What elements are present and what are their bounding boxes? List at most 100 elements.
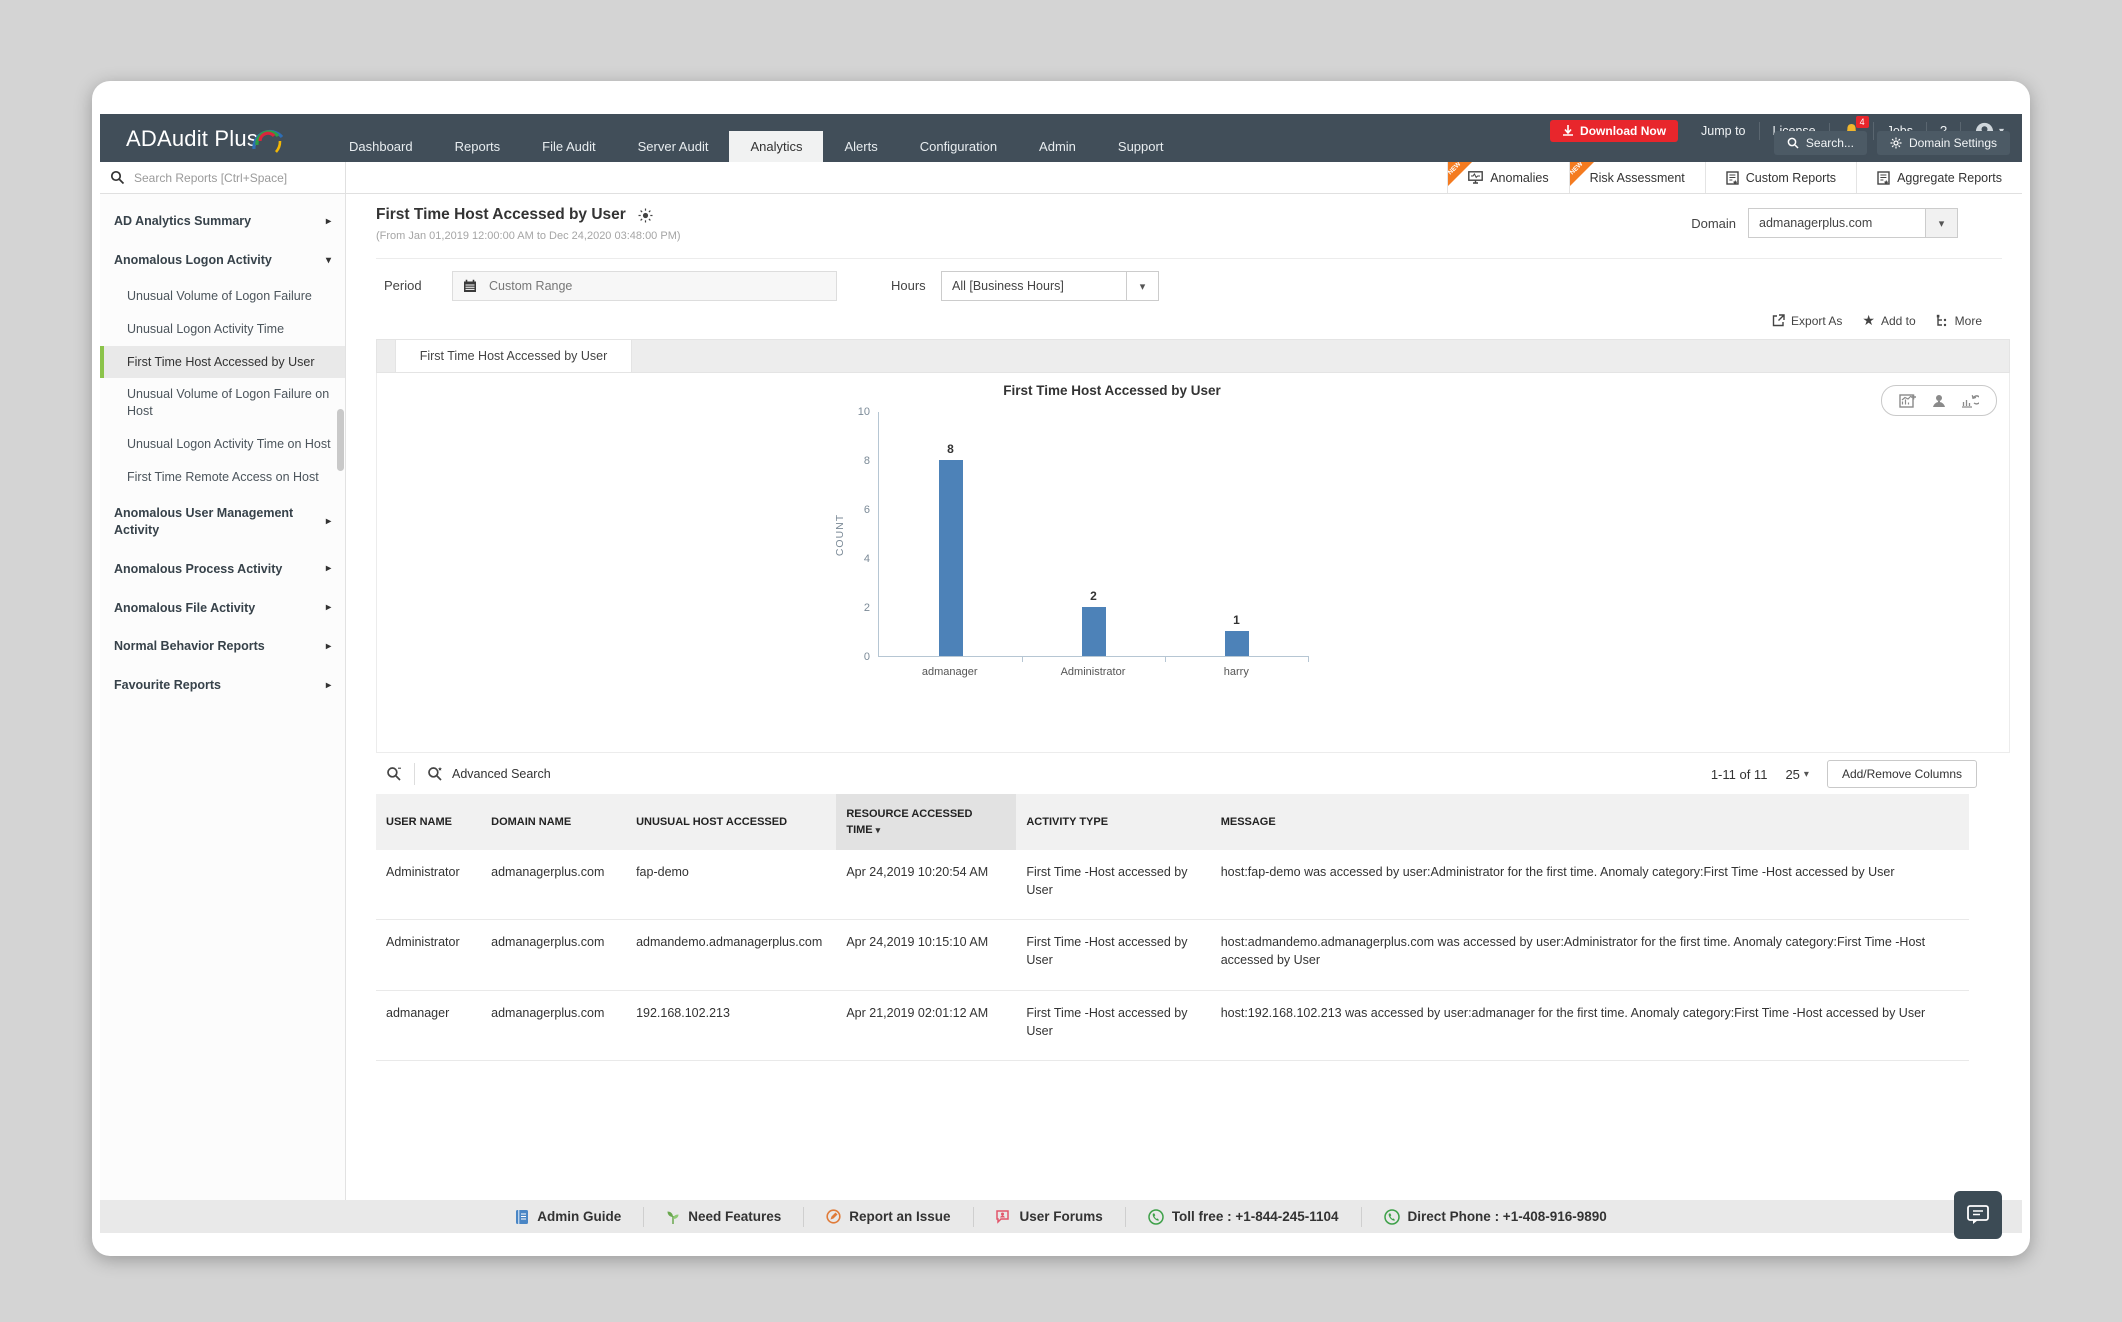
nav-server-audit[interactable]: Server Audit — [617, 131, 730, 162]
nav-admin[interactable]: Admin — [1018, 131, 1097, 162]
app-logo[interactable]: ADAudit Plus — [126, 121, 286, 157]
bar-value-label: 1 — [1233, 613, 1240, 627]
table-header-row: USER NAME DOMAIN NAME UNUSUAL HOST ACCES… — [376, 794, 1969, 850]
report-issue-link[interactable]: Report an Issue — [803, 1207, 972, 1227]
sidebar-item-unusual-volume-logon-failure-host[interactable]: Unusual Volume of Logon Failure on Host — [100, 378, 345, 428]
y-axis-title: COUNT — [832, 412, 848, 657]
sidebar-item-anomalous-logon-activity[interactable]: Anomalous Logon Activity ▾ — [100, 241, 345, 280]
chat-bubble-icon — [1966, 1204, 1990, 1226]
sidebar-scrollbar[interactable] — [337, 409, 344, 471]
sidebar-item-ad-analytics-summary[interactable]: AD Analytics Summary ▸ — [100, 202, 345, 241]
quick-toolbar: NEW Anomalies NEW Risk Assessment Custom… — [100, 162, 2022, 194]
sidebar-item-unusual-volume-logon-failure[interactable]: Unusual Volume of Logon Failure — [100, 280, 345, 313]
sidebar-item-first-time-host-accessed[interactable]: First Time Host Accessed by User — [100, 346, 345, 379]
user-chart-icon[interactable] — [1931, 393, 1947, 409]
toll-free-phone[interactable]: Toll free : +1-844-245-1104 — [1125, 1207, 1361, 1227]
anomalies-button[interactable]: NEW Anomalies — [1447, 162, 1568, 193]
user-forums-link[interactable]: User Forums — [973, 1207, 1125, 1227]
page-size-dropdown[interactable]: 25 ▾ — [1785, 767, 1809, 782]
more-button[interactable]: More — [1936, 314, 1982, 328]
report-doc-icon — [1726, 171, 1739, 185]
col-resource-accessed-time[interactable]: RESOURCE ACCESSED TIME▾ — [836, 794, 1016, 850]
sidebar-item-favourite-reports[interactable]: Favourite Reports ▸ — [100, 666, 345, 705]
sidebar-item-label: Anomalous User Management Activity — [114, 505, 304, 539]
live-chat-button[interactable] — [1954, 1191, 2002, 1239]
sidebar-item-anomalous-user-management[interactable]: Anomalous User Management Activity ▸ — [100, 494, 345, 550]
sort-desc-icon: ▾ — [876, 825, 881, 835]
bar-harry[interactable] — [1225, 631, 1249, 656]
hours-dropdown[interactable]: All [Business Hours] ▾ — [941, 271, 1159, 301]
advanced-search-icon[interactable] — [427, 766, 443, 782]
export-as-button[interactable]: Export As — [1772, 314, 1842, 328]
bar-value-label: 8 — [947, 442, 954, 456]
x-tick-label: Administrator — [1021, 666, 1164, 678]
custom-reports-button[interactable]: Custom Reports — [1705, 162, 1856, 193]
col-message[interactable]: MESSAGE — [1211, 794, 1969, 850]
global-search-button[interactable]: Search... — [1774, 131, 1867, 155]
domain-settings-button[interactable]: Domain Settings — [1877, 131, 2010, 155]
nav-dashboard[interactable]: Dashboard — [328, 131, 434, 162]
x-axis-tick — [1165, 656, 1166, 662]
search-reports-input[interactable] — [134, 171, 335, 185]
col-activity-type[interactable]: ACTIVITY TYPE — [1016, 794, 1210, 850]
admin-guide-link[interactable]: Admin Guide — [493, 1207, 643, 1227]
sidebar-item-unusual-logon-activity-time[interactable]: Unusual Logon Activity Time — [100, 313, 345, 346]
nav-analytics[interactable]: Analytics — [729, 131, 823, 162]
table-row[interactable]: admanager admanagerplus.com 192.168.102.… — [376, 990, 1969, 1060]
page-size-value: 25 — [1785, 767, 1799, 782]
cell-host: fap-demo — [626, 850, 836, 920]
export-icon — [1772, 314, 1785, 327]
risk-assessment-label: Risk Assessment — [1590, 171, 1685, 185]
global-search-label: Search... — [1806, 136, 1854, 150]
domain-value: admanagerplus.com — [1748, 208, 1926, 238]
add-to-button[interactable]: ★ Add to — [1862, 312, 1915, 329]
download-now-button[interactable]: Download Now — [1550, 120, 1678, 142]
sidebar-search — [100, 162, 346, 193]
risk-assessment-button[interactable]: NEW Risk Assessment — [1569, 162, 1705, 193]
nav-support[interactable]: Support — [1097, 131, 1185, 162]
add-remove-columns-button[interactable]: Add/Remove Columns — [1827, 760, 1977, 788]
sidebar-item-first-time-remote-access-host[interactable]: First Time Remote Access on Host — [100, 461, 345, 494]
advanced-search-label[interactable]: Advanced Search — [452, 767, 551, 781]
sidebar-item-label: AD Analytics Summary — [114, 213, 251, 230]
x-tick-label: harry — [1165, 666, 1308, 678]
nav-file-audit[interactable]: File Audit — [521, 131, 616, 162]
need-features-link[interactable]: Need Features — [643, 1207, 803, 1227]
phone-icon — [1148, 1209, 1164, 1225]
sidebar-item-anomalous-process-activity[interactable]: Anomalous Process Activity ▸ — [100, 550, 345, 589]
caret-right-icon: ▸ — [326, 515, 331, 529]
table-toolbar: Advanced Search 1-11 of 11 25 ▾ Add/Remo… — [376, 754, 2010, 794]
bar-admanager[interactable] — [939, 460, 963, 656]
hours-value: All [Business Hours] — [942, 279, 1126, 293]
table-row[interactable]: Administrator admanagerplus.com admandem… — [376, 920, 1969, 990]
direct-phone[interactable]: Direct Phone : +1-408-916-9890 — [1361, 1207, 1629, 1227]
col-unusual-host[interactable]: UNUSUAL HOST ACCESSED — [626, 794, 836, 850]
admin-guide-label: Admin Guide — [537, 1209, 621, 1224]
sidebar-item-anomalous-file-activity[interactable]: Anomalous File Activity ▸ — [100, 589, 345, 628]
page-header: First Time Host Accessed by User (From J… — [376, 206, 681, 242]
nav-configuration[interactable]: Configuration — [899, 131, 1018, 162]
sidebar-item-unusual-logon-activity-time-host[interactable]: Unusual Logon Activity Time on Host — [100, 428, 345, 461]
hours-label: Hours — [891, 278, 926, 293]
nav-reports[interactable]: Reports — [434, 131, 522, 162]
col-user-name[interactable]: USER NAME — [376, 794, 481, 850]
chart-add-icon[interactable] — [1899, 393, 1917, 409]
pagination-range: 1-11 of 11 — [1711, 767, 1768, 782]
bar-administrator[interactable] — [1082, 607, 1106, 656]
chart-refresh-icon[interactable] — [1961, 393, 1979, 409]
caret-right-icon: ▸ — [326, 679, 331, 693]
period-picker[interactable]: Custom Range — [452, 271, 837, 301]
col-domain-name[interactable]: DOMAIN NAME — [481, 794, 626, 850]
cell-message: host:admandemo.admanagerplus.com was acc… — [1211, 920, 1969, 990]
tab-first-time-host-accessed[interactable]: First Time Host Accessed by User — [395, 340, 632, 372]
jump-to-link[interactable]: Jump to — [1688, 122, 1758, 140]
cell-user: Administrator — [376, 850, 481, 920]
nav-alerts[interactable]: Alerts — [823, 131, 898, 162]
chart-plot: 8 2 1 — [878, 412, 1308, 657]
sidebar-item-normal-behavior-reports[interactable]: Normal Behavior Reports ▸ — [100, 627, 345, 666]
table-row[interactable]: Administrator admanagerplus.com fap-demo… — [376, 850, 1969, 920]
download-now-label: Download Now — [1580, 124, 1666, 138]
domain-dropdown[interactable]: admanagerplus.com ▾ — [1748, 208, 1958, 238]
aggregate-reports-button[interactable]: Aggregate Reports — [1856, 162, 2022, 193]
quick-search-icon[interactable] — [386, 766, 402, 782]
